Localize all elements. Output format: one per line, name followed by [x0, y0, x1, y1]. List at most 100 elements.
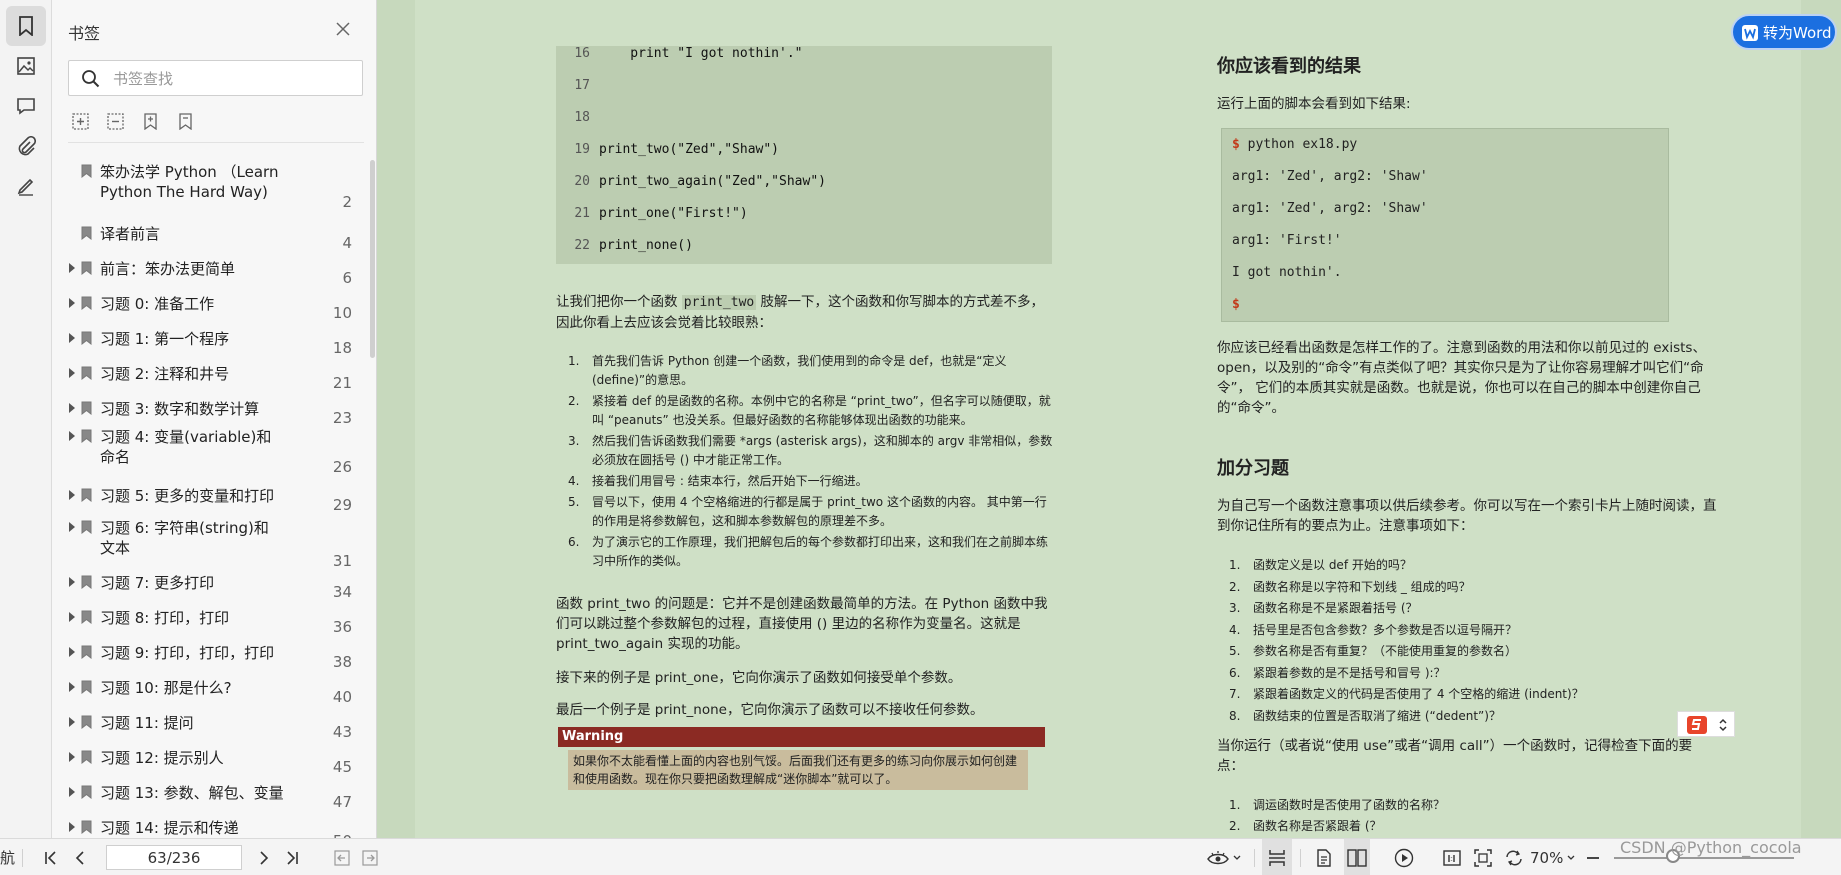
- actual-size-button[interactable]: [1443, 839, 1461, 875]
- bookmark-item[interactable]: 习题 7: 更多打印 34: [52, 573, 352, 601]
- expand-arrow-icon[interactable]: [69, 682, 75, 692]
- two-page-button[interactable]: [1344, 839, 1370, 875]
- ime-toolbar[interactable]: [1677, 711, 1735, 737]
- continuous-view-button[interactable]: [1262, 839, 1292, 875]
- expand-arrow-icon[interactable]: [69, 403, 75, 413]
- eye-protection-button[interactable]: [1207, 839, 1241, 875]
- navigation-label[interactable]: 航: [0, 839, 15, 875]
- bookmark-item[interactable]: 习题 9: 打印，打印，打印 38: [52, 643, 352, 671]
- terminal-prompt: $: [1232, 297, 1240, 312]
- expand-arrow-icon[interactable]: [69, 822, 75, 832]
- terminal-output: $ python ex18.py arg1: 'Zed', arg2: 'Sha…: [1221, 128, 1669, 322]
- bookmark-label: 习题 6: 字符串(string)和文本: [100, 519, 269, 557]
- terminal-line: arg1: 'Zed', arg2: 'Shaw': [1232, 201, 1428, 216]
- line-number: 17: [574, 78, 590, 93]
- forward-button[interactable]: [362, 839, 378, 875]
- bookmark-page-number: 23: [332, 409, 352, 427]
- bookmark-item[interactable]: 习题 10: 那是什么? 40: [52, 678, 352, 706]
- expand-arrow-icon[interactable]: [69, 787, 75, 797]
- bookmark-page-number: 29: [332, 496, 352, 514]
- zoom-out-button[interactable]: [1586, 839, 1600, 875]
- expand-arrow-icon[interactable]: [69, 647, 75, 657]
- expand-arrow-icon[interactable]: [69, 431, 75, 441]
- panel-title: 书签: [68, 24, 101, 43]
- divider: [1254, 849, 1255, 867]
- zoom-select[interactable]: 70%: [1504, 839, 1575, 875]
- attachment-panel-button[interactable]: [6, 126, 46, 166]
- first-page-button[interactable]: [44, 839, 58, 875]
- bookmark-item[interactable]: 习题 5: 更多的变量和打印 29: [52, 486, 352, 514]
- expand-all-icon[interactable]: [72, 113, 89, 130]
- status-bar: 航 70%: [0, 838, 1841, 875]
- next-page-button[interactable]: [258, 839, 270, 875]
- bookmark-item[interactable]: 笨办法学 Python （Learn Python The Hard Way) …: [52, 162, 352, 212]
- bookmark-item[interactable]: 习题 11: 提问 43: [52, 713, 352, 741]
- bookmark-page-number: 4: [342, 234, 352, 252]
- two-page-icon: [1347, 848, 1367, 867]
- expand-arrow-icon[interactable]: [69, 333, 75, 343]
- bookmark-icon: [81, 164, 92, 178]
- signature-panel-button[interactable]: [6, 166, 46, 206]
- line-number: 18: [574, 110, 590, 125]
- bookmark-item[interactable]: 习题 2: 注释和井号 21: [52, 364, 352, 392]
- list-item: 2. 紧接着 def 的是函数的名称。本例中它的名称是 “print_two”，但…: [568, 394, 1051, 427]
- bookmark-label: 习题 14: 提示和传递: [100, 819, 239, 837]
- expand-arrow-icon[interactable]: [69, 752, 75, 762]
- bookmark-item[interactable]: 习题 0: 准备工作 10: [52, 294, 352, 322]
- bookmark-item[interactable]: 前言：笨办法更简单 6: [52, 259, 352, 287]
- bookmark-item[interactable]: 习题 14: 提示和传递 50: [52, 818, 352, 838]
- expand-arrow-icon[interactable]: [69, 717, 75, 727]
- bookmark-item[interactable]: 习题 4: 变量(variable)和命名 26: [52, 427, 352, 477]
- close-panel-button[interactable]: [332, 18, 354, 40]
- expand-arrow-icon[interactable]: [69, 577, 75, 587]
- back-arrow-icon: [334, 849, 350, 866]
- expand-arrow-icon[interactable]: [69, 263, 75, 273]
- expand-arrow-icon[interactable]: [69, 490, 75, 500]
- bookmark-item[interactable]: 习题 1: 第一个程序 18: [52, 329, 352, 357]
- line-number: 16: [574, 46, 590, 61]
- bookmark-item[interactable]: 习题 12: 提示别人 45: [52, 748, 352, 776]
- bookmark-item[interactable]: 习题 13: 参数、解包、变量 47: [52, 783, 352, 811]
- single-page-button[interactable]: [1316, 839, 1332, 875]
- bookmark-item[interactable]: 译者前言 4: [52, 224, 352, 252]
- play-button[interactable]: [1394, 839, 1414, 875]
- expand-arrow-icon[interactable]: [69, 368, 75, 378]
- bookmark-panel: 书签 笨办法学 Python （Learn Python The Hard Wa…: [52, 0, 377, 838]
- terminal-line: arg1: 'Zed', arg2: 'Shaw': [1232, 169, 1428, 184]
- run-note: 当你运行（或者说“使用 use”或者“调用 call”）一个函数时，记得检查下面…: [1217, 738, 1693, 774]
- code-line: 19 print_two("Zed","Shaw"): [556, 142, 1052, 166]
- bookmark-outline-icon[interactable]: [177, 113, 194, 130]
- expand-arrow-icon[interactable]: [69, 612, 75, 622]
- result-intro: 运行上面的脚本会看到如下结果:: [1217, 96, 1411, 112]
- fit-page-button[interactable]: [1474, 839, 1492, 875]
- add-bookmark-icon[interactable]: [142, 113, 159, 130]
- code-line: 16 print "I got nothin'.": [556, 46, 1052, 70]
- bookmark-search-input[interactable]: [113, 68, 353, 90]
- panel-scrollbar[interactable]: [370, 160, 375, 358]
- list-item: 7. 紧跟着函数定义的代码是否使用了 4 个空格的缩进 (indent)？: [1229, 687, 1584, 701]
- bookmark-item[interactable]: 习题 8: 打印，打印 36: [52, 608, 352, 636]
- back-button[interactable]: [334, 839, 350, 875]
- close-icon: [336, 22, 350, 36]
- bookmark-page-number: 18: [332, 339, 352, 357]
- page-number-input[interactable]: [106, 845, 242, 870]
- code-line: 18: [556, 110, 1052, 134]
- prev-page-button[interactable]: [74, 839, 86, 875]
- bookmark-panel-button[interactable]: [6, 6, 46, 46]
- section-heading-result: 你应该看到的结果: [1217, 56, 1361, 77]
- thumbnail-panel-button[interactable]: [6, 46, 46, 86]
- bookmark-icon: [81, 261, 92, 275]
- bookmark-label: 习题 12: 提示别人: [100, 749, 224, 767]
- comment-panel-button[interactable]: [6, 86, 46, 126]
- expand-arrow-icon[interactable]: [69, 522, 75, 532]
- bookmark-item[interactable]: 习题 3: 数字和数学计算 23: [52, 399, 352, 427]
- bookmark-item[interactable]: 习题 6: 字符串(string)和文本 31: [52, 518, 352, 570]
- last-page-button[interactable]: [285, 839, 299, 875]
- expand-arrow-icon[interactable]: [69, 298, 75, 308]
- convert-to-word-button[interactable]: 转为Word: [1731, 14, 1837, 50]
- zoom-slider-track[interactable]: [1614, 857, 1794, 859]
- collapse-all-icon[interactable]: [107, 113, 124, 130]
- divider: [1300, 849, 1301, 867]
- print-two-paragraph: 函数 print_two 的问题是：它并不是创建函数最简单的方法。在 Pytho…: [556, 596, 1048, 652]
- bookmark-toolbar: [72, 113, 194, 130]
